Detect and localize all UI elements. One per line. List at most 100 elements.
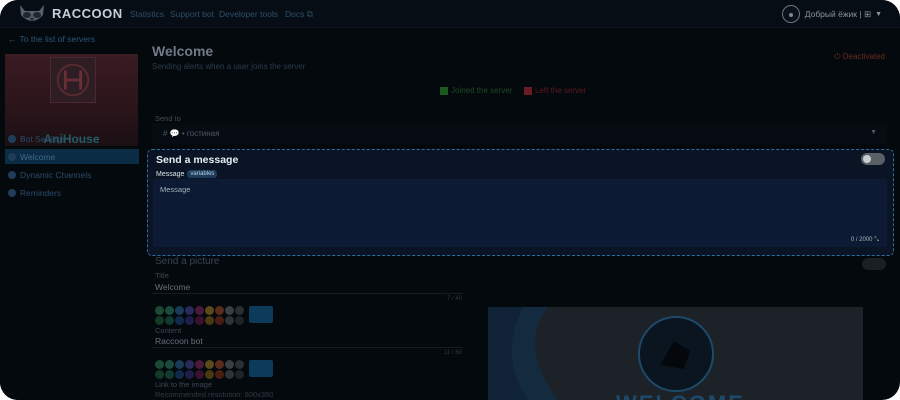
avatar [781,5,800,23]
color-swatch[interactable] [155,370,164,379]
nav-support-bot-link[interactable]: Support bot [170,9,214,19]
color-swatch[interactable] [195,306,204,315]
color-swatch[interactable] [195,370,204,379]
nav-statistics-link[interactable]: Statistics [130,9,164,19]
sidebar-item-reminders[interactable]: Reminders [5,185,139,200]
page-subtitle: Sending alerts when a user joins the ser… [152,62,306,71]
color-swatch[interactable] [235,370,244,379]
color-swatch[interactable] [185,316,194,325]
preview-background [488,307,863,400]
color-swatch[interactable] [175,316,184,325]
joined-indicator-icon [440,86,448,95]
color-swatch[interactable] [195,360,204,369]
color-swatch[interactable] [215,316,224,325]
color-swatch[interactable] [195,316,204,325]
message-placeholder: Message [160,185,191,194]
color-swatch[interactable] [225,370,234,379]
message-textarea[interactable]: Message 0 / 2000 ⤡ [153,179,887,247]
send-picture-toggle[interactable] [862,258,886,270]
deactivate-status[interactable]: ⏻ Deactivated [834,52,885,62]
channel-select-value: # 💬 • гостиная [163,129,220,138]
nav-developer-tools-link[interactable]: Developer tools [219,9,278,19]
back-link-label: To the list of servers [19,34,96,44]
channel-select[interactable]: # 💬 • гостиная ▼ [152,124,887,144]
color-swatch[interactable] [155,306,164,315]
color-swatch[interactable] [205,306,214,315]
send-message-title: Send a message [156,154,239,166]
color-swatch[interactable] [155,360,164,369]
custom-color-picker[interactable] [249,306,273,323]
back-to-servers-link[interactable]: ← To the list of servers [8,34,95,44]
title-char-counter: 7 / 40 [446,296,462,302]
color-swatch[interactable] [165,360,174,369]
color-swatch[interactable] [225,306,234,315]
hand-wave-icon [8,152,16,161]
gear-icon [8,134,16,143]
color-swatch[interactable] [215,370,224,379]
title-input[interactable]: Welcome [155,282,190,292]
send-message-toggle[interactable] [861,153,885,165]
arrow-left-icon: ← [8,34,17,44]
content-input[interactable]: Raccoon bot [155,336,203,346]
message-char-counter: 0 / 2000 ⤡ [851,237,879,244]
nav-docs-label: Docs [285,9,305,19]
sidebar-item-dynamic-channels[interactable]: Dynamic Channels [5,167,139,182]
color-swatch[interactable] [175,360,184,369]
legend-left-label: Left the server [535,86,587,95]
color-swatch[interactable] [215,360,224,369]
color-swatch[interactable] [205,360,214,369]
message-label-text: Message [156,170,185,178]
color-swatch[interactable] [215,306,224,315]
color-swatch[interactable] [205,316,214,325]
custom-color-picker[interactable] [249,360,273,377]
user-menu[interactable]: Добрый ёжик | ⊞ ▼ [781,4,882,24]
sidebar-item-bot-settings[interactable]: Bot Settings [5,131,139,146]
content-color-palette[interactable] [155,360,244,379]
legend-joined-label: Joined the server [451,86,513,95]
color-swatch[interactable] [165,306,174,315]
send-to-label: Send to [155,114,181,123]
divider [152,347,463,348]
send-message-panel: Send a message Message variables Message… [147,149,894,256]
color-swatch[interactable] [175,370,184,379]
color-swatch[interactable] [155,316,164,325]
image-link-label: Link to the image [155,380,213,389]
title-field-label: Title [155,271,169,280]
server-icon [50,57,96,103]
color-swatch[interactable] [185,370,194,379]
sidebar-item-welcome[interactable]: Welcome [5,149,139,164]
divider [152,293,463,294]
image-link-hint: Recommended resolution: 800x350 [155,390,274,399]
title-color-palette[interactable] [155,306,244,325]
content-field-label: Content [155,326,182,335]
app-window: RACCOON Statistics Support bot Developer… [0,0,900,400]
deactivate-label: Deactivated [842,52,885,61]
bell-icon [8,188,16,197]
resize-handle-icon[interactable]: ⤡ [874,237,879,243]
sidebar-item-label: Welcome [20,151,56,162]
nav-docs-link[interactable]: Docs ⧉ [285,9,313,20]
color-swatch[interactable] [175,306,184,315]
color-swatch[interactable] [205,370,214,379]
variables-badge[interactable]: variables [187,170,218,178]
color-swatch[interactable] [225,316,234,325]
welcome-image-preview: WELCOME [488,307,863,400]
chevron-down-icon: ▼ [870,129,877,136]
color-swatch[interactable] [235,360,244,369]
color-swatch[interactable] [185,360,194,369]
legend-left[interactable]: Left the server [524,86,586,95]
sidebar-item-label: Reminders [20,187,62,198]
color-swatch[interactable] [165,370,174,379]
preview-welcome-text: WELCOME [616,391,745,400]
color-swatch[interactable] [165,316,174,325]
left-indicator-icon [524,86,532,95]
channels-icon [8,170,16,179]
raccoon-logo-icon[interactable] [18,3,46,25]
color-swatch[interactable] [185,306,194,315]
color-swatch[interactable] [235,316,244,325]
legend-joined[interactable]: Joined the server [440,86,512,95]
color-swatch[interactable] [225,360,234,369]
message-field-label: Message variables [156,170,218,178]
color-swatch[interactable] [235,306,244,315]
brand-name[interactable]: RACCOON [52,6,123,21]
